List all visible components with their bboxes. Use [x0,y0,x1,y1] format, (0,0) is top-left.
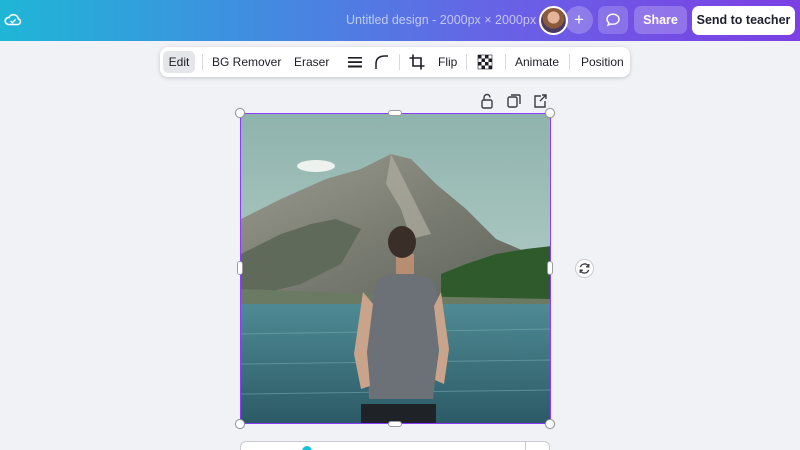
toolbar-divider [202,54,203,70]
share-out-icon[interactable] [532,93,548,109]
animate-button[interactable]: Animate [515,51,559,73]
send-to-teacher-button[interactable]: Send to teacher [692,6,795,35]
cloud-saved-icon[interactable] [3,10,23,30]
border-weight-icon[interactable] [346,53,364,71]
selected-photo[interactable] [240,113,551,424]
toolbar-divider [569,54,570,70]
corner-rounding-icon[interactable] [373,53,391,71]
toolbar-divider [399,54,400,70]
share-button[interactable]: Share [634,6,687,34]
duplicate-icon[interactable] [506,93,522,109]
user-avatar[interactable] [539,6,568,35]
bg-remover-button[interactable]: BG Remover [212,51,281,73]
bottom-page-panel [240,441,550,450]
rotate-icon [579,263,590,274]
add-collaborator-button[interactable]: + [565,6,593,34]
resize-handle-bottom-left[interactable] [235,419,245,429]
lock-icon[interactable] [480,93,494,109]
toolbar-divider [505,54,506,70]
transparency-icon[interactable] [476,53,494,71]
comment-icon [606,13,620,27]
rotate-button[interactable] [575,259,594,278]
resize-handle-bottom-right[interactable] [545,419,555,429]
mountain-lake-photo [241,114,550,423]
eraser-button[interactable]: Eraser [294,51,329,73]
flip-button[interactable]: Flip [438,51,457,73]
page-indicator-dot[interactable] [302,446,312,450]
toolbar-divider [466,54,467,70]
resize-handle-bottom[interactable] [388,421,402,427]
crop-icon[interactable] [408,53,426,71]
design-title[interactable]: Untitled design - 2000px × 2000px [346,13,536,27]
position-button[interactable]: Position [581,51,624,73]
resize-handle-right[interactable] [547,261,553,275]
top-bar: Untitled design - 2000px × 2000px + Shar… [0,0,800,41]
comment-button[interactable] [598,6,628,34]
image-context-toolbar: Edit BG Remover Eraser Flip Animate Posi… [160,47,630,77]
bottom-panel-divider [525,441,550,450]
resize-handle-top-right[interactable] [545,108,555,118]
edit-button[interactable]: Edit [163,51,195,73]
resize-handle-left[interactable] [237,261,243,275]
resize-handle-top[interactable] [388,110,402,116]
resize-handle-top-left[interactable] [235,108,245,118]
